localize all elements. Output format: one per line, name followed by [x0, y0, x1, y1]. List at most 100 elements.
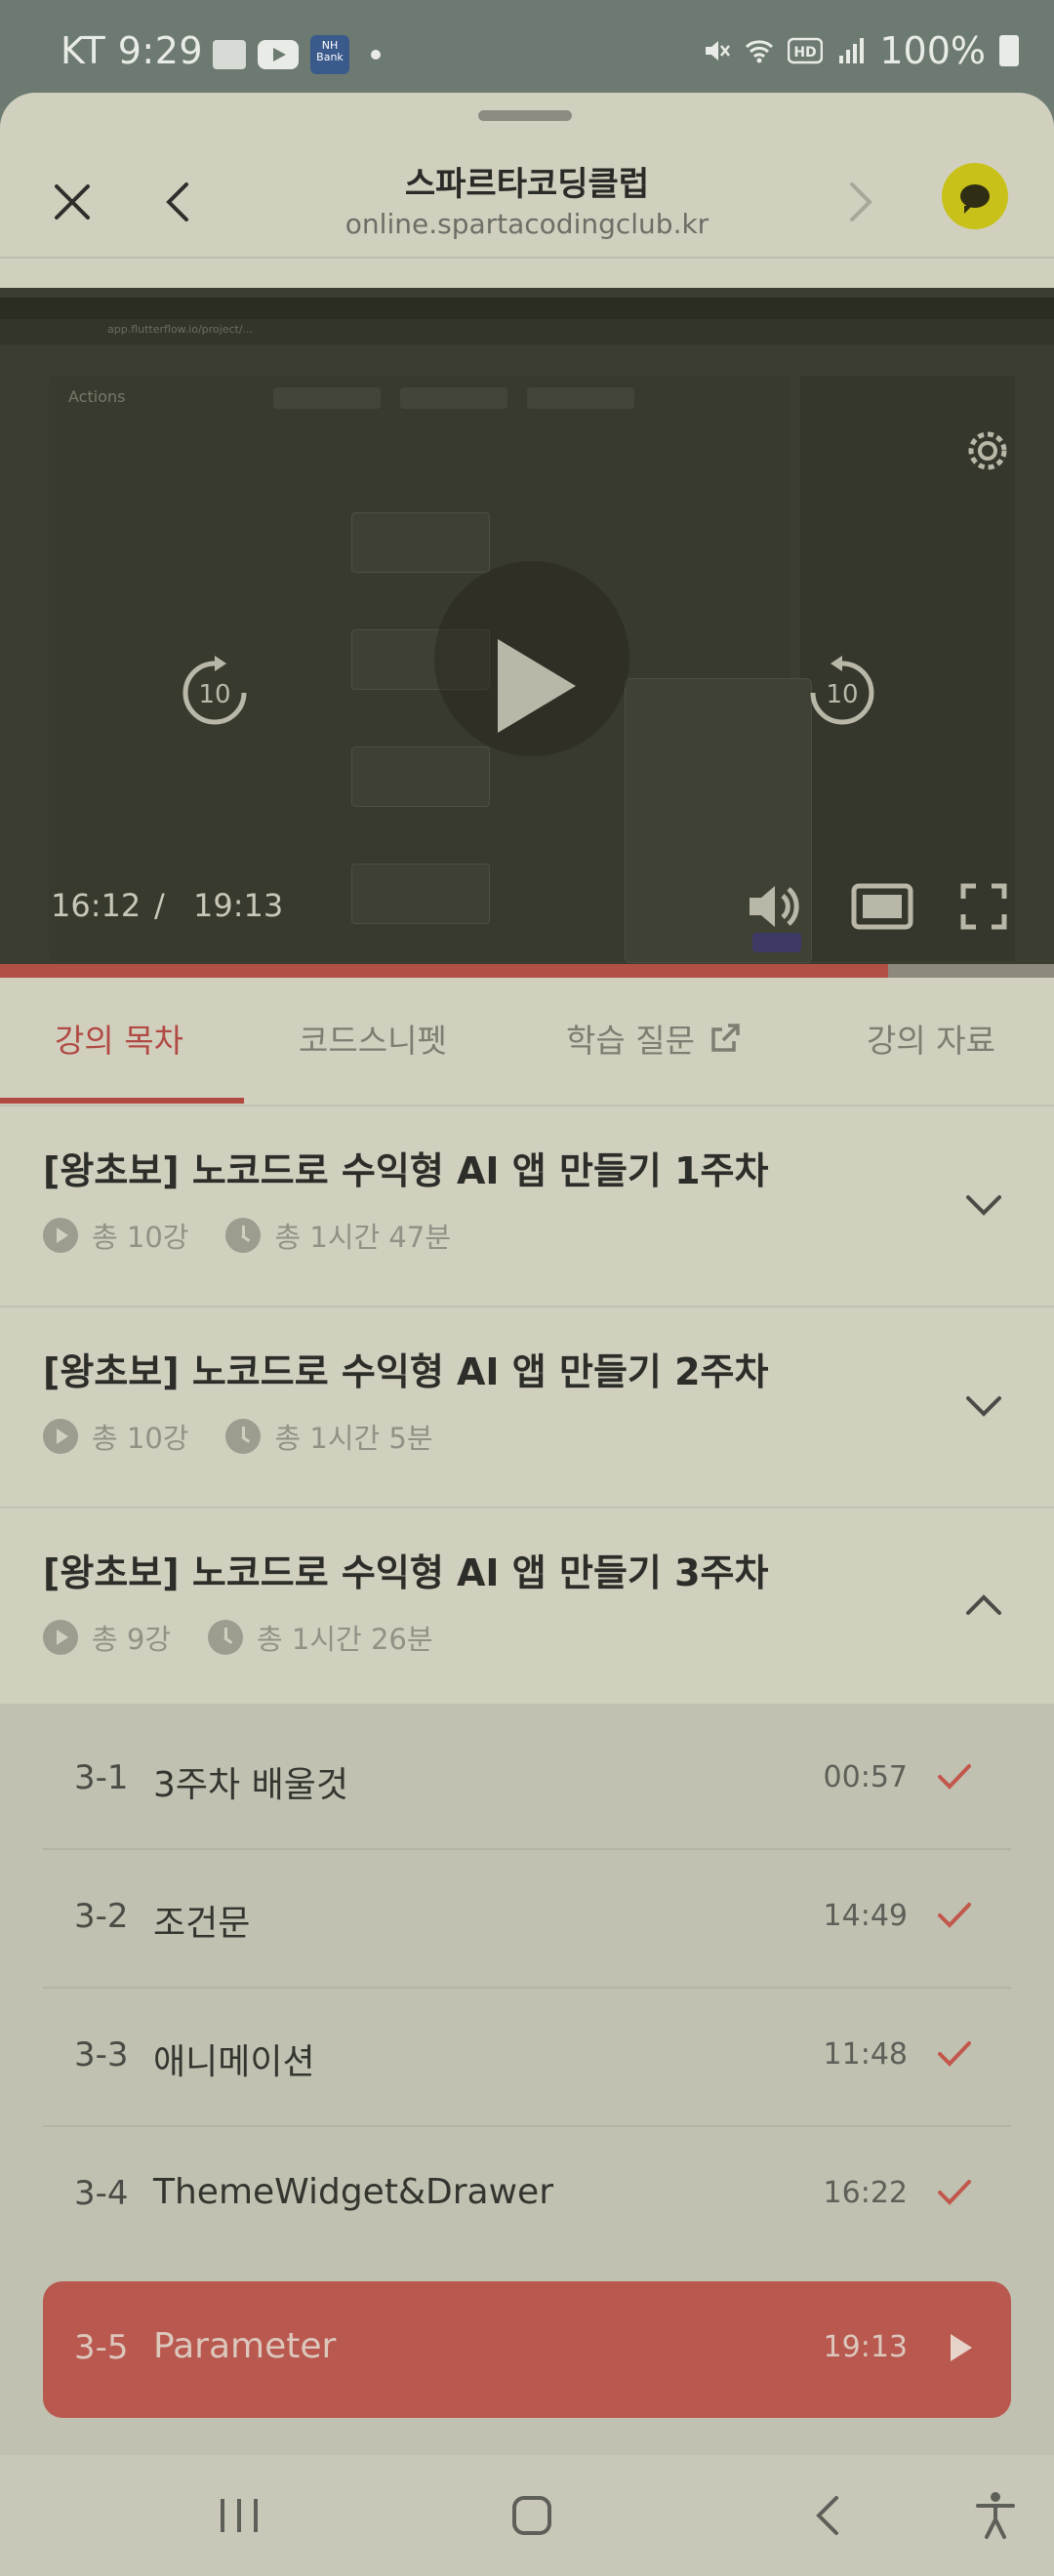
- lesson-item[interactable]: 3-2 조건문 14:49: [43, 1850, 1011, 1989]
- nh-bank-icon: NH Bank: [310, 35, 349, 74]
- volume-button[interactable]: [740, 871, 810, 942]
- system-icons: HD 100%: [702, 29, 1019, 72]
- lesson-number: 3-5: [74, 2328, 129, 2367]
- lesson-duration: 00:57: [823, 1760, 908, 1794]
- forward-10-label: 10: [826, 680, 858, 709]
- video-frame-node: [351, 512, 490, 573]
- check-icon: [938, 1764, 971, 1790]
- home-icon: [512, 2496, 551, 2535]
- video-frame-node: [351, 746, 490, 807]
- lecture-count-icon: [43, 1218, 78, 1253]
- chat-button[interactable]: [942, 163, 1008, 229]
- lesson-title: 3주차 배울것: [153, 1765, 348, 1805]
- mute-icon: [706, 41, 731, 60]
- gallery-icon: [213, 40, 246, 69]
- lesson-item[interactable]: 3-3 애니메이션 11:48: [43, 1989, 1011, 2127]
- lesson-number: 3-1: [74, 1758, 129, 1797]
- lecture-count-icon: [43, 1620, 78, 1655]
- signal-icon: [839, 38, 865, 63]
- video-frame-url: app.flutterflow.io/project/...: [107, 323, 254, 336]
- theater-mode-icon: [851, 883, 913, 930]
- theater-mode-button[interactable]: [847, 871, 917, 942]
- video-frame-node: [351, 864, 490, 924]
- lesson-item[interactable]: 3-4 ThemeWidget&Drawer 16:22: [43, 2127, 1011, 2264]
- accessibility-icon: [976, 2492, 1015, 2539]
- week-meta: 총 9강 총 1시간 26분: [43, 1617, 433, 1658]
- svg-text:HD: HD: [794, 45, 817, 60]
- lesson-title: ThemeWidget&Drawer: [153, 2172, 553, 2212]
- content-tabs: 강의 목차 코드스니펫 학습 질문 강의 자료: [0, 978, 1054, 1107]
- clock-icon: [225, 1218, 262, 1253]
- tab-materials[interactable]: 강의 자료: [867, 1015, 995, 1062]
- lesson-number: 3-3: [74, 2035, 129, 2074]
- accessibility-button[interactable]: [956, 2480, 1034, 2551]
- recent-apps-icon: [221, 2499, 258, 2532]
- week-title: [왕초보] 노코드로 수익형 AI 앱 만들기 1주차: [43, 1149, 769, 1192]
- video-frame-tabbar: [0, 298, 1054, 319]
- rewind-10-icon: 10: [182, 656, 247, 725]
- fullscreen-button[interactable]: [949, 871, 1019, 942]
- rewind-10-button[interactable]: 10: [171, 649, 259, 737]
- tab-questions-label: 학습 질문: [566, 1022, 695, 1060]
- total-duration: 총 1시간 47분: [274, 1221, 451, 1254]
- lesson-list: 3-1 3주차 배울것 00:57 3-2 조건문 14:49 3-3 애니메이…: [0, 1704, 1054, 2455]
- recent-apps-button[interactable]: [200, 2480, 278, 2551]
- tab-code-snippets[interactable]: 코드스니펫: [299, 1015, 447, 1062]
- tab-curriculum[interactable]: 강의 목차: [55, 1015, 183, 1062]
- hd-voice-icon: HD: [788, 37, 824, 64]
- lesson-number: 3-4: [74, 2174, 129, 2213]
- lecture-count-icon: [43, 1419, 78, 1454]
- battery-percent: 100%: [879, 29, 986, 72]
- current-time: 16:12: [51, 887, 142, 924]
- check-icon: [938, 2041, 971, 2067]
- week-section[interactable]: [왕초보] 노코드로 수익형 AI 앱 만들기 1주차 총 10강 총 1시간 …: [0, 1106, 1054, 1308]
- site-url: online.spartacodingclub.kr: [345, 208, 709, 240]
- status-bar: KT 9:29 NH Bank HD 100%: [0, 0, 1054, 107]
- lesson-duration: 16:22: [823, 2176, 908, 2210]
- notification-icons: NH Bank: [213, 35, 381, 74]
- video-settings-button[interactable]: [956, 420, 1019, 482]
- video-player[interactable]: app.flutterflow.io/project/... Actions 1…: [0, 288, 1054, 973]
- chevron-up-icon[interactable]: [964, 1586, 1003, 1625]
- progress-fill: [0, 964, 889, 978]
- forward-button[interactable]: [830, 171, 892, 233]
- fullscreen-icon: [960, 883, 1007, 930]
- video-frame-chip: [527, 387, 634, 409]
- total-duration: 총 1시간 26분: [257, 1623, 433, 1656]
- time-separator: /: [154, 887, 165, 924]
- week-title: [왕초보] 노코드로 수익형 AI 앱 만들기 3주차: [43, 1551, 769, 1594]
- week-section[interactable]: [왕초보] 노코드로 수익형 AI 앱 만들기 2주차 총 10강 총 1시간 …: [0, 1307, 1054, 1509]
- week-meta: 총 10강 총 1시간 5분: [43, 1416, 433, 1457]
- forward-10-button[interactable]: 10: [798, 649, 886, 737]
- week-title: [왕초보] 노코드로 수익형 AI 앱 만들기 2주차: [43, 1350, 769, 1393]
- active-tab-indicator: [0, 1098, 244, 1104]
- home-button[interactable]: [493, 2480, 571, 2551]
- lesson-item[interactable]: 3-1 3주차 배울것 00:57: [43, 1711, 1011, 1850]
- duration: 19:13: [193, 887, 284, 924]
- lecture-count: 총 9강: [92, 1623, 172, 1656]
- check-icon: [938, 1903, 971, 1928]
- clock-icon: [208, 1620, 244, 1655]
- week-meta: 총 10강 총 1시간 47분: [43, 1215, 451, 1256]
- lesson-duration: 19:13: [823, 2330, 908, 2364]
- play-button[interactable]: [498, 639, 576, 733]
- lesson-item-current[interactable]: 3-5 Parameter 19:13: [43, 2281, 1011, 2418]
- chevron-down-icon[interactable]: [964, 1186, 1003, 1225]
- lesson-title: Parameter: [153, 2326, 337, 2366]
- lesson-duration: 11:48: [823, 2037, 908, 2072]
- tab-questions[interactable]: 학습 질문: [566, 1015, 742, 1062]
- video-frame-urlbar: app.flutterflow.io/project/...: [0, 319, 1054, 344]
- week-section[interactable]: [왕초보] 노코드로 수익형 AI 앱 만들기 3주차 총 9강 총 1시간 2…: [0, 1508, 1054, 1708]
- external-link-icon: [711, 1024, 740, 1052]
- lesson-duration: 14:49: [823, 1899, 908, 1933]
- system-nav-bar: [0, 2455, 1054, 2576]
- chevron-down-icon[interactable]: [964, 1387, 1003, 1426]
- lecture-count: 총 10강: [92, 1422, 189, 1455]
- gear-icon: [968, 431, 1007, 470]
- lesson-title: 조건문: [153, 1904, 251, 1944]
- rewind-10-label: 10: [198, 680, 230, 709]
- youtube-icon: [258, 40, 299, 69]
- battery-icon: [999, 35, 1019, 66]
- system-back-button[interactable]: [789, 2480, 867, 2551]
- site-title: 스파르타코딩클럽: [404, 165, 650, 204]
